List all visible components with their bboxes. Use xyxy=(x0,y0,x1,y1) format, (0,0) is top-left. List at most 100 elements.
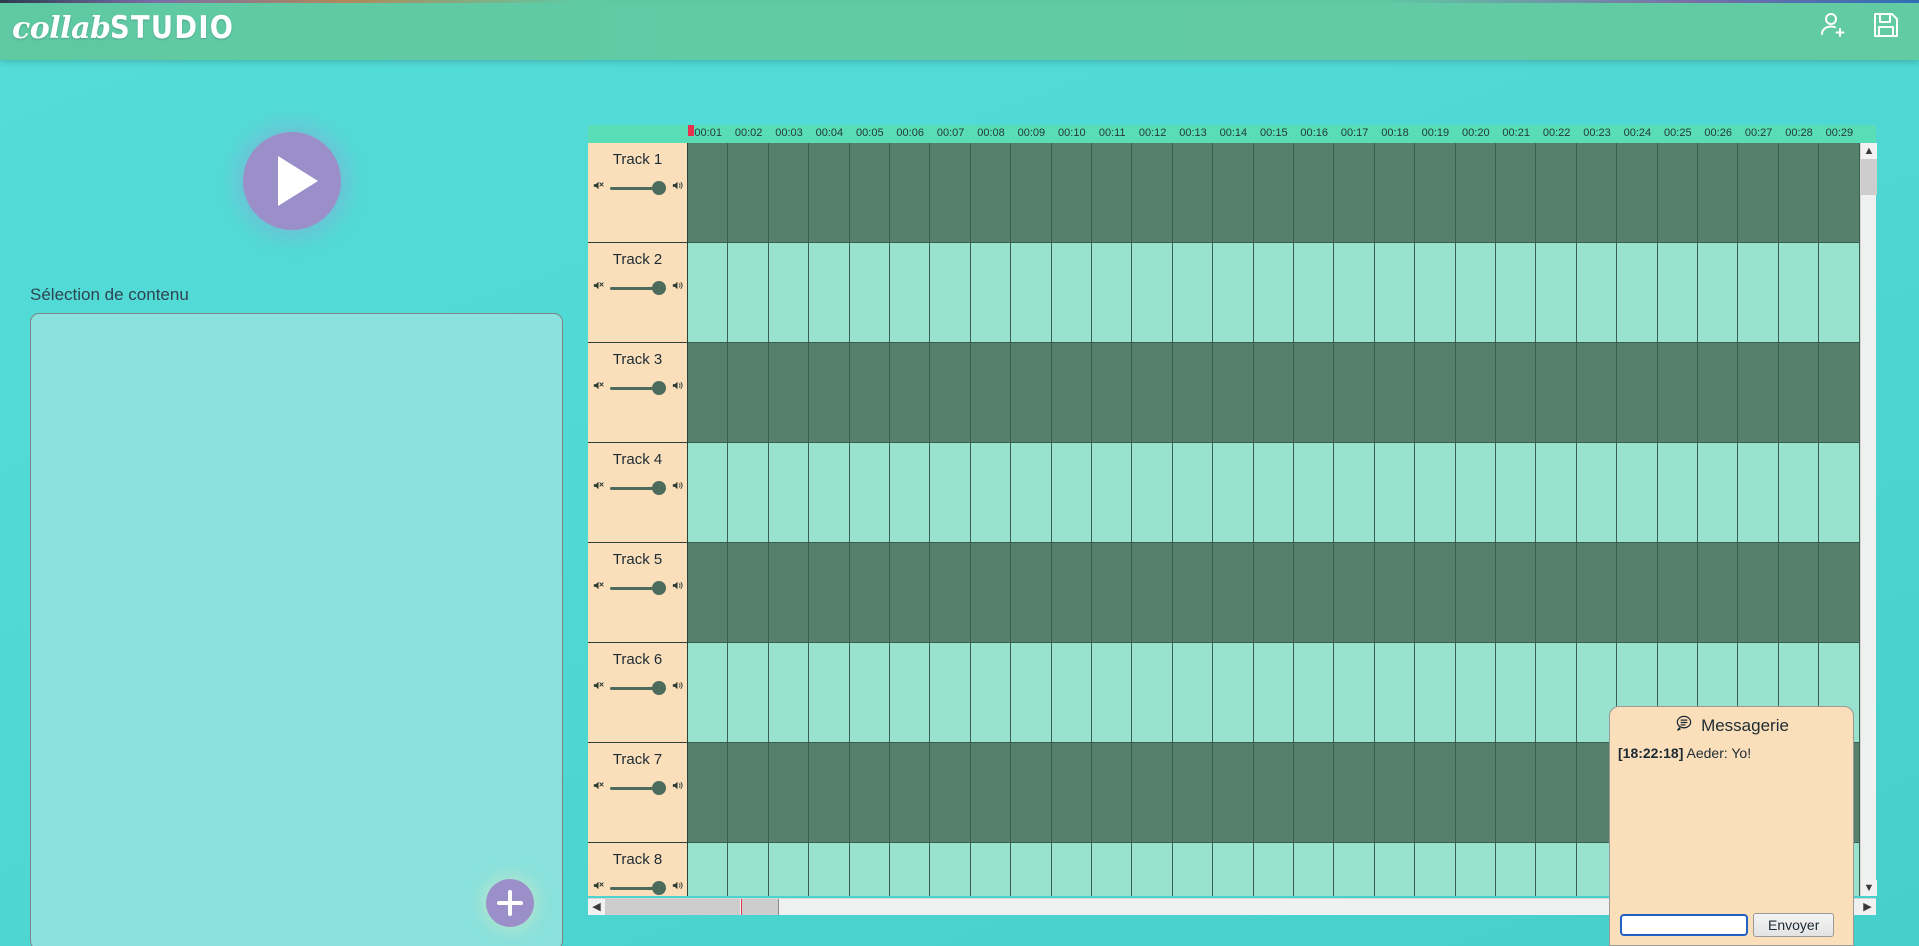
timeline-cell[interactable] xyxy=(971,243,1012,343)
timeline-cell[interactable] xyxy=(728,443,769,543)
timeline-cell[interactable] xyxy=(1052,343,1092,443)
timeline-cell[interactable] xyxy=(1496,743,1537,843)
timeline-cell[interactable] xyxy=(1052,143,1092,243)
timeline-cell[interactable] xyxy=(1456,143,1496,243)
timeline-cell[interactable] xyxy=(688,443,729,543)
mute-icon[interactable] xyxy=(592,379,605,397)
timeline-cell[interactable] xyxy=(1092,243,1133,343)
timeline-cell[interactable] xyxy=(1496,443,1537,543)
timeline-cell[interactable] xyxy=(1254,743,1294,843)
timeline-cell[interactable] xyxy=(728,543,769,643)
add-user-icon[interactable] xyxy=(1817,8,1851,42)
timeline-cell[interactable] xyxy=(1294,243,1335,343)
timeline-cell[interactable] xyxy=(688,843,729,896)
speaker-icon[interactable] xyxy=(671,179,684,197)
timeline-cell[interactable] xyxy=(971,443,1012,543)
timeline-cell[interactable] xyxy=(1375,443,1416,543)
timeline-cell[interactable] xyxy=(1294,743,1335,843)
timeline-cell[interactable] xyxy=(809,243,850,343)
timeline-cell[interactable] xyxy=(688,243,729,343)
timeline-cell[interactable] xyxy=(890,443,931,543)
timeline-cell[interactable] xyxy=(890,343,931,443)
timeline-cell[interactable] xyxy=(728,843,769,896)
speaker-icon[interactable] xyxy=(671,479,684,497)
timeline-cell[interactable] xyxy=(688,343,729,443)
timeline-cell[interactable] xyxy=(728,343,769,443)
speaker-icon[interactable] xyxy=(671,779,684,797)
add-content-button[interactable] xyxy=(486,879,534,927)
timeline-cell[interactable] xyxy=(1375,543,1416,643)
timeline-cell[interactable] xyxy=(1011,643,1052,743)
volume-slider-knob[interactable] xyxy=(651,781,666,795)
timeline-cell[interactable] xyxy=(1819,343,1860,443)
volume-slider-knob[interactable] xyxy=(651,181,666,195)
timeline-cell[interactable] xyxy=(728,743,769,843)
timeline-cell[interactable] xyxy=(1052,743,1092,843)
timeline-cell[interactable] xyxy=(1738,343,1779,443)
timeline-cell[interactable] xyxy=(850,243,890,343)
timeline-cell[interactable] xyxy=(1294,443,1335,543)
timeline-cell[interactable] xyxy=(1173,743,1214,843)
timeline-cell[interactable] xyxy=(1294,543,1335,643)
timeline-cell[interactable] xyxy=(890,243,931,343)
timeline-cell[interactable] xyxy=(1415,143,1456,243)
timeline-cell[interactable] xyxy=(1132,643,1173,743)
timeline-cell[interactable] xyxy=(1254,243,1294,343)
timeline-cell[interactable] xyxy=(769,343,810,443)
track-header[interactable]: Track 6 xyxy=(588,643,688,743)
timeline-cell[interactable] xyxy=(1173,543,1214,643)
timeline-cell[interactable] xyxy=(1254,643,1294,743)
track-header[interactable]: Track 7 xyxy=(588,743,688,843)
speaker-icon[interactable] xyxy=(671,379,684,397)
timeline-cell[interactable] xyxy=(1173,443,1214,543)
timeline-cell[interactable] xyxy=(1294,643,1335,743)
timeline-cell[interactable] xyxy=(1779,143,1820,243)
timeline-cell[interactable] xyxy=(1415,543,1456,643)
timeline-cell[interactable] xyxy=(1213,643,1254,743)
timeline-cell[interactable] xyxy=(850,843,890,896)
timeline-cell[interactable] xyxy=(809,543,850,643)
timeline-cell[interactable] xyxy=(1658,543,1698,643)
timeline-cell[interactable] xyxy=(1415,643,1456,743)
timeline-cell[interactable] xyxy=(1294,143,1335,243)
timeline-cell[interactable] xyxy=(1496,543,1537,643)
timeline-cell[interactable] xyxy=(1415,443,1456,543)
timeline-cell[interactable] xyxy=(769,143,810,243)
timeline-cell[interactable] xyxy=(809,143,850,243)
timeline-cell[interactable] xyxy=(1334,643,1375,743)
timeline-cell[interactable] xyxy=(1577,143,1618,243)
mute-icon[interactable] xyxy=(592,879,605,896)
volume-slider[interactable] xyxy=(609,781,666,795)
timeline-cell[interactable] xyxy=(1617,543,1658,643)
volume-slider-knob[interactable] xyxy=(651,881,666,895)
timeline-cell[interactable] xyxy=(1052,243,1092,343)
timeline-cell[interactable] xyxy=(1779,343,1820,443)
scroll-down-icon[interactable]: ▼ xyxy=(1861,880,1877,896)
timeline-cell[interactable] xyxy=(1052,543,1092,643)
volume-slider-knob[interactable] xyxy=(651,481,666,495)
track-header[interactable]: Track 3 xyxy=(588,343,688,443)
timeline-cell[interactable] xyxy=(1132,343,1173,443)
timeline-cell[interactable] xyxy=(1092,443,1133,543)
horizontal-scrollbar-thumb-secondary[interactable] xyxy=(741,899,779,915)
timeline-cell[interactable] xyxy=(1254,343,1294,443)
timeline-cell[interactable] xyxy=(809,343,850,443)
mute-icon[interactable] xyxy=(592,679,605,697)
track-header[interactable]: Track 8 xyxy=(588,843,688,896)
timeline-cell[interactable] xyxy=(971,143,1012,243)
timeline-cell[interactable] xyxy=(1456,843,1496,896)
timeline-cell[interactable] xyxy=(1536,543,1577,643)
timeline-cell[interactable] xyxy=(1536,743,1577,843)
timeline-cell[interactable] xyxy=(930,143,971,243)
timeline-cell[interactable] xyxy=(1456,343,1496,443)
timeline-cell[interactable] xyxy=(1658,143,1698,243)
timeline-cell[interactable] xyxy=(1819,443,1860,543)
timeline-cell[interactable] xyxy=(1213,443,1254,543)
timeline-cell[interactable] xyxy=(728,243,769,343)
timeline-cell[interactable] xyxy=(1092,343,1133,443)
timeline-cell[interactable] xyxy=(971,643,1012,743)
speaker-icon[interactable] xyxy=(671,679,684,697)
timeline-cell[interactable] xyxy=(1456,443,1496,543)
timeline-cell[interactable] xyxy=(1294,343,1335,443)
timeline-cell[interactable] xyxy=(1213,343,1254,443)
